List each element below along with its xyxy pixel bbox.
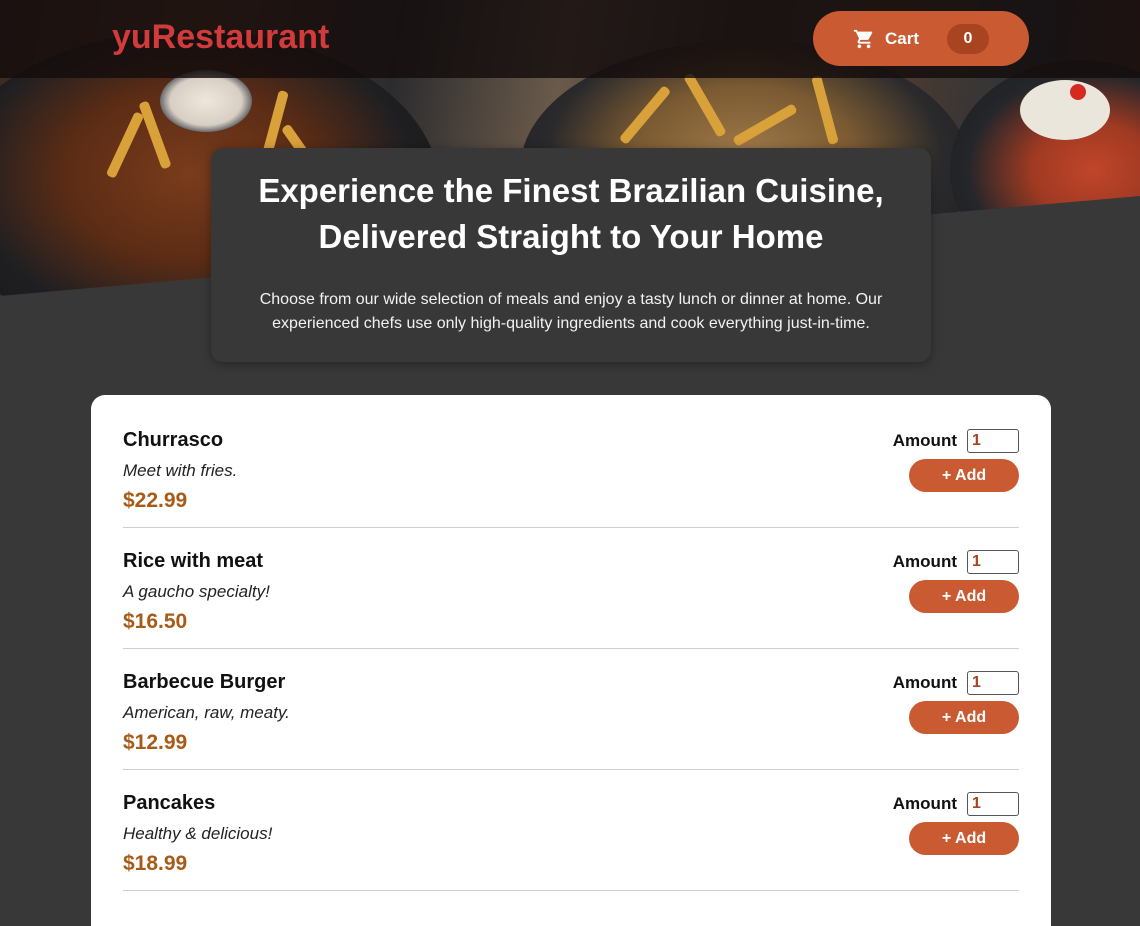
amount-input[interactable] (967, 792, 1019, 816)
meal-description: American, raw, meaty. (123, 703, 290, 722)
page: yuRestaurant Cart 0 Experience the Fines… (0, 0, 1140, 926)
meal-item-rice-with-meat: Rice with meat A gaucho specialty! $16.5… (123, 528, 1019, 649)
add-button[interactable]: + Add (909, 822, 1019, 855)
cart-button[interactable]: Cart 0 (813, 11, 1029, 66)
summary-title-line2: Delivered Straight to Your Home (318, 218, 824, 255)
meal-name: Barbecue Burger (123, 671, 286, 693)
meal-item-churrasco: Churrasco Meet with fries. $22.99 Amount… (123, 407, 1019, 528)
summary-text-line2: experienced chefs use only high-quality … (272, 315, 870, 332)
amount-input[interactable] (967, 550, 1019, 574)
amount-label: Amount (892, 673, 957, 692)
amount-label: Amount (892, 552, 957, 571)
cart-icon (853, 28, 875, 50)
meal-description: Healthy & delicious! (123, 824, 273, 843)
amount-row: Amount (893, 671, 1019, 695)
amount-input[interactable] (967, 429, 1019, 453)
meal-price: $22.99 (123, 489, 188, 512)
add-button[interactable]: + Add (909, 580, 1019, 613)
summary-text-line1: Choose from our wide selection of meals … (259, 291, 883, 308)
meal-price: $18.99 (123, 852, 188, 875)
brand-logo[interactable]: yuRestaurant (112, 18, 329, 57)
cart-label: Cart (884, 28, 919, 48)
amount-row: Amount (893, 792, 1019, 816)
dip-bowl-image (160, 70, 252, 132)
meal-name: Pancakes (123, 792, 216, 814)
amount-row: Amount (893, 429, 1019, 453)
add-button[interactable]: + Add (909, 459, 1019, 492)
amount-label: Amount (892, 794, 957, 813)
meal-description: A gaucho specialty! (123, 582, 270, 601)
meal-name: Churrasco (123, 429, 224, 451)
cart-count-badge: 0 (947, 23, 989, 54)
summary-card: Experience the Finest Brazilian Cuisine,… (211, 148, 931, 362)
summary-title: Experience the Finest Brazilian Cuisine,… (235, 168, 907, 260)
meal-item-barbecue-burger: Barbecue Burger American, raw, meaty. $1… (123, 649, 1019, 770)
meal-price: $12.99 (123, 731, 188, 754)
meals-list: Churrasco Meet with fries. $22.99 Amount… (91, 395, 1051, 926)
tomato-shape (1070, 84, 1086, 100)
rice-shape (1020, 80, 1110, 140)
amount-label: Amount (892, 431, 957, 450)
summary-text: Choose from our wide selection of meals … (235, 288, 907, 336)
meal-description: Meet with fries. (123, 461, 238, 480)
meal-name: Rice with meat (123, 550, 264, 572)
add-button[interactable]: + Add (909, 701, 1019, 734)
meal-price: $16.50 (123, 610, 188, 633)
meal-item-pancakes: Pancakes Healthy & delicious! $18.99 Amo… (123, 770, 1019, 891)
header: yuRestaurant Cart 0 (0, 0, 1140, 78)
amount-input[interactable] (967, 671, 1019, 695)
summary-title-line1: Experience the Finest Brazilian Cuisine, (258, 172, 884, 209)
amount-row: Amount (893, 550, 1019, 574)
